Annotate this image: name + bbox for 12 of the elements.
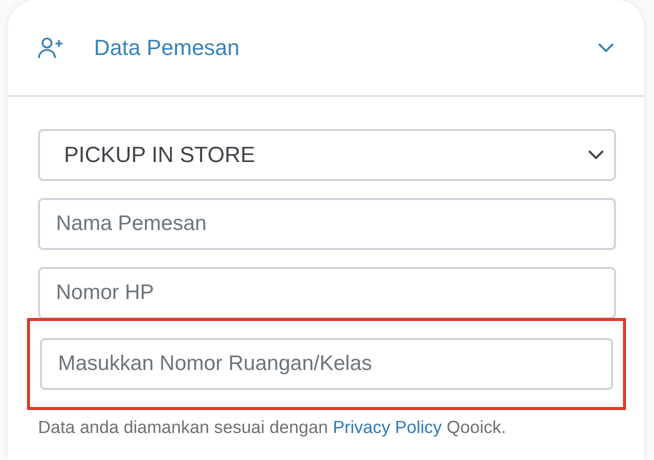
delivery-select[interactable]: PICKUP IN STORE [38, 129, 616, 181]
section-title: Data Pemesan [94, 34, 241, 60]
privacy-policy-link[interactable]: Privacy Policy [332, 417, 442, 437]
input-field[interactable]: Nomor HP [38, 267, 616, 319]
input-field[interactable]: Masukkan Nomor Ruangan/Kelas [40, 338, 613, 390]
caret-icon [588, 150, 604, 160]
chevron-icon [598, 42, 614, 52]
select-value: PICKUP IN STORE [64, 142, 256, 168]
input-field[interactable]: Nama Pemesan [38, 198, 616, 250]
section-header[interactable]: Data Pemesan [8, 0, 644, 97]
privacy-note: Data anda diamankan sesuai dengan Privacy Policy Qooick. [38, 417, 507, 438]
add-user-icon [38, 36, 64, 58]
